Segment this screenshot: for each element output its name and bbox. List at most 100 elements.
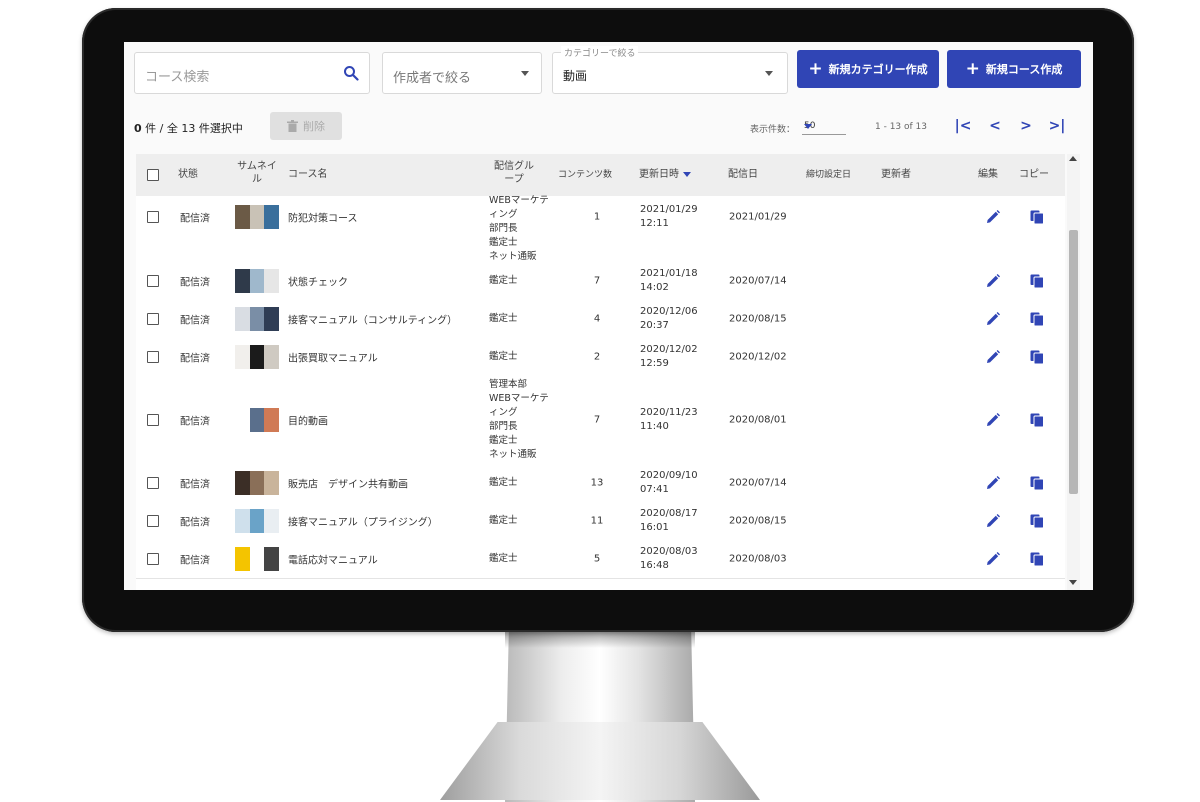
status-badge: 配信済 xyxy=(180,353,210,365)
page-size-label: 表示件数： xyxy=(750,125,796,135)
updated-at: 2020/11/23 11:40 xyxy=(640,407,698,432)
table-row[interactable]: 配信済 接客マニュアル（プライジング） 鑑定士 11 2020/08/17 16:01 2… xyxy=(136,502,1065,541)
header-edit: 編集 xyxy=(978,169,998,180)
row-checkbox[interactable] xyxy=(147,313,159,325)
pencil-icon[interactable] xyxy=(986,312,1000,326)
scroll-down-arrow-icon[interactable] xyxy=(1069,580,1077,585)
header-content-count[interactable]: コンテンツ数 xyxy=(558,169,612,182)
creator-filter-select[interactable]: 作成者で絞る xyxy=(382,52,542,94)
chevron-down-icon xyxy=(804,124,812,129)
monitor-stand-base xyxy=(440,722,760,800)
course-name-link[interactable]: 防犯対策コース xyxy=(288,210,358,225)
course-thumbnail[interactable] xyxy=(235,471,279,495)
pencil-icon[interactable] xyxy=(986,274,1000,288)
search-icon[interactable] xyxy=(343,65,359,81)
row-checkbox[interactable] xyxy=(147,414,159,426)
updated-at: 2020/12/06 20:37 xyxy=(640,306,698,331)
copy-icon[interactable] xyxy=(1030,274,1044,288)
table-row[interactable]: 配信済 電話応対マニュアル 鑑定士 5 2020/08/03 16:48 2020/08/… xyxy=(136,540,1065,579)
pencil-icon[interactable] xyxy=(986,476,1000,490)
updated-at: 2020/09/10 07:41 xyxy=(640,470,698,495)
last-page-button[interactable]: >| xyxy=(1048,118,1066,134)
new-course-label: 新規コース作成 xyxy=(985,63,1063,76)
scrollbar-thumb[interactable] xyxy=(1069,230,1078,494)
updated-at: 2021/01/29 12:11 xyxy=(640,204,698,229)
header-copy: コピー xyxy=(1019,169,1049,180)
row-checkbox[interactable] xyxy=(147,211,159,223)
course-name-link[interactable]: 接客マニュアル（プライジング） xyxy=(288,514,438,529)
course-name-link[interactable]: 販売店 デザイン共有動画 xyxy=(288,476,408,491)
table-header: 状態 サムネイ ル コース名 配信グル ープ コンテンツ数 更新日時 配信日 締… xyxy=(136,154,1065,197)
delete-button[interactable]: 削除 xyxy=(270,112,342,140)
delivery-groups: 鑑定士 xyxy=(489,477,518,488)
row-checkbox[interactable] xyxy=(147,275,159,287)
course-thumbnail[interactable] xyxy=(235,345,279,369)
header-updated-at[interactable]: 更新日時 xyxy=(639,168,691,181)
copy-icon[interactable] xyxy=(1030,552,1044,566)
course-thumbnail[interactable] xyxy=(235,307,279,331)
course-name-link[interactable]: 出張買取マニュアル xyxy=(288,350,378,365)
category-filter-select[interactable]: カテゴリーで絞る 動画 xyxy=(552,46,788,94)
updated-at: 2021/01/18 14:02 xyxy=(640,268,698,293)
copy-icon[interactable] xyxy=(1030,210,1044,224)
new-category-button[interactable]: + 新規カテゴリー作成 xyxy=(797,50,939,88)
scroll-up-arrow-icon[interactable] xyxy=(1069,156,1077,161)
content-count: 7 xyxy=(593,414,601,426)
pencil-icon[interactable] xyxy=(986,514,1000,528)
next-page-button[interactable]: > xyxy=(1017,118,1035,134)
updated-at: 2020/08/17 16:01 xyxy=(640,508,698,533)
pencil-icon[interactable] xyxy=(986,413,1000,427)
copy-icon[interactable] xyxy=(1030,350,1044,364)
table-row[interactable]: 配信済 防犯対策コース WEBマーケテ ィング 部門長 鑑定士 ネット通販 1 2021… xyxy=(136,195,1065,263)
course-search-input[interactable]: コース検索 xyxy=(134,52,370,94)
pencil-icon[interactable] xyxy=(986,350,1000,364)
chevron-down-icon xyxy=(765,71,773,76)
new-course-button[interactable]: + 新規コース作成 xyxy=(947,50,1081,88)
header-published-at[interactable]: 配信日 xyxy=(728,168,758,181)
pencil-icon[interactable] xyxy=(986,552,1000,566)
table-row[interactable]: 配信済 出張買取マニュアル 鑑定士 2 2020/12/02 12:59 2020/12/… xyxy=(136,338,1065,377)
table-row[interactable]: 配信済 接客マニュアル（コンサルティング） 鑑定士 4 2020/12/06 20:37… xyxy=(136,300,1065,339)
header-deadline[interactable]: 締切設定日 xyxy=(806,169,851,182)
delivery-groups: 鑑定士 xyxy=(489,313,518,324)
plus-icon: + xyxy=(808,58,823,79)
course-thumbnail[interactable] xyxy=(235,509,279,533)
status-badge: 配信済 xyxy=(180,479,210,491)
copy-icon[interactable] xyxy=(1030,312,1044,326)
page-size-select[interactable]: 50 xyxy=(802,118,846,135)
select-all-checkbox[interactable] xyxy=(147,169,159,181)
row-checkbox[interactable] xyxy=(147,477,159,489)
course-thumbnail[interactable] xyxy=(235,205,279,229)
delete-label: 削除 xyxy=(303,120,325,133)
first-page-button[interactable]: |< xyxy=(954,118,972,134)
course-name-link[interactable]: 目的動画 xyxy=(288,413,328,428)
content-count: 1 xyxy=(593,211,601,223)
pencil-icon[interactable] xyxy=(986,210,1000,224)
course-thumbnail[interactable] xyxy=(235,408,279,432)
row-checkbox[interactable] xyxy=(147,553,159,565)
row-checkbox[interactable] xyxy=(147,351,159,363)
header-course-name[interactable]: コース名 xyxy=(288,168,328,181)
copy-icon[interactable] xyxy=(1030,514,1044,528)
published-at: 2020/08/15 xyxy=(729,515,787,527)
row-checkbox[interactable] xyxy=(147,515,159,527)
copy-icon[interactable] xyxy=(1030,476,1044,490)
delivery-groups: 管理本部 WEBマーケテ ィング 部門長 鑑定士 ネット通販 xyxy=(489,379,549,460)
table-row[interactable]: 配信済 状態チェック 鑑定士 7 2021/01/18 14:02 2020/07/14 xyxy=(136,262,1065,301)
prev-page-button[interactable]: < xyxy=(986,118,1004,134)
course-thumbnail[interactable] xyxy=(235,547,279,571)
delivery-groups: 鑑定士 xyxy=(489,351,518,362)
course-name-link[interactable]: 接客マニュアル（コンサルティング） xyxy=(288,312,457,327)
new-category-label: 新規カテゴリー作成 xyxy=(828,63,928,76)
selection-mid-text: 件 / 全 xyxy=(145,122,178,135)
monitor-stand-shadow xyxy=(505,632,695,648)
copy-icon[interactable] xyxy=(1030,413,1044,427)
table-row[interactable]: 配信済 目的動画 管理本部 WEBマーケテ ィング 部門長 鑑定士 ネット通販 7 20… xyxy=(136,376,1065,465)
header-groups: 配信グル ープ xyxy=(494,161,534,185)
table-row[interactable]: 配信済 販売店 デザイン共有動画 鑑定士 13 2020/09/10 07:41 2020… xyxy=(136,464,1065,503)
course-name-link[interactable]: 状態チェック xyxy=(288,274,348,289)
course-thumbnail[interactable] xyxy=(235,269,279,293)
sort-desc-icon xyxy=(683,171,691,177)
course-name-link[interactable]: 電話応対マニュアル xyxy=(288,552,378,567)
header-updated-label: 更新日時 xyxy=(639,169,679,180)
